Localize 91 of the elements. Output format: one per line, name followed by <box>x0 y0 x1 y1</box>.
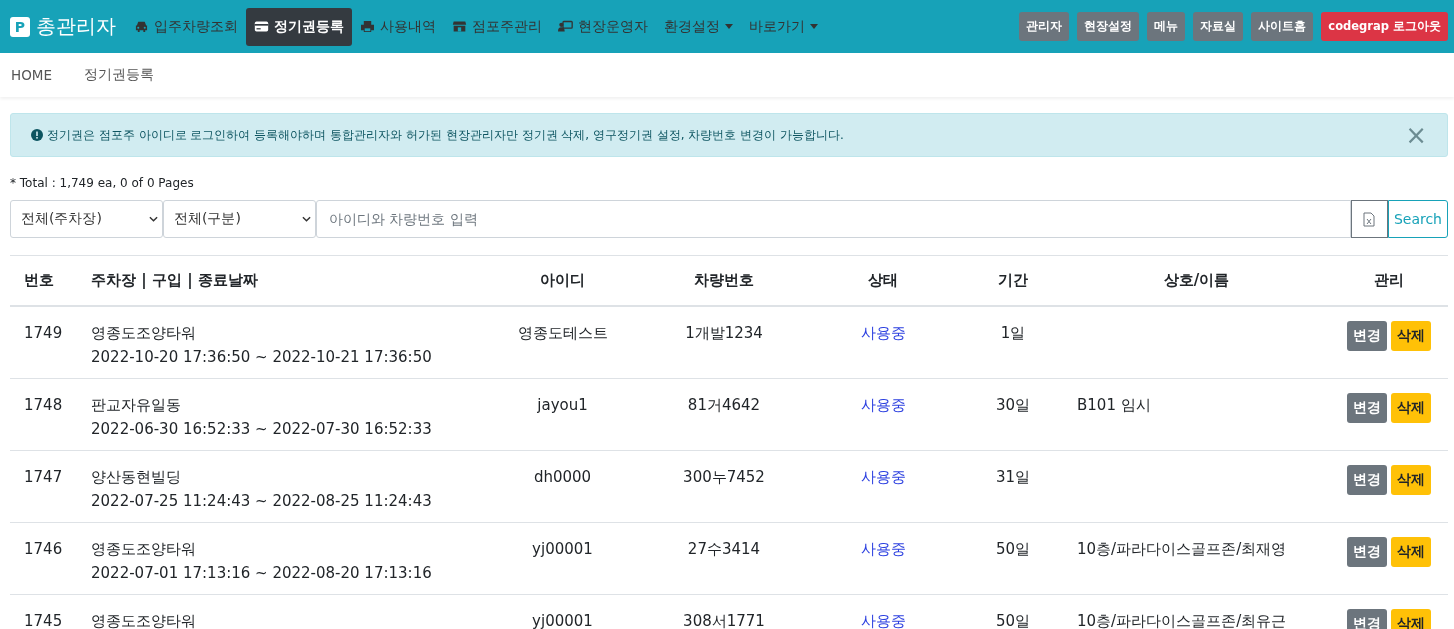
row-number: 1745 <box>24 611 63 629</box>
column-header: 상태 <box>868 271 898 289</box>
alert-message: 정기권은 점포주 아이디로 로그인하여 등록해야하며 통합관리자와 허가된 현장관리자만 정기권 삭제, 영구정기권 설정, 차량번호 변경이 가능합니다. <box>47 126 844 144</box>
chevron-down-icon <box>149 216 158 222</box>
car-number: 81거4642 <box>687 395 761 414</box>
nav-button[interactable]: 자료실 <box>1193 12 1244 41</box>
row-action-button[interactable]: 변경 <box>1347 321 1387 351</box>
user-id: yj00001 <box>532 539 593 558</box>
excel-file-icon <box>1363 211 1376 227</box>
caret-icon <box>725 24 733 29</box>
user-id: dh0000 <box>533 467 592 486</box>
nav-item[interactable]: 바로가기 <box>741 7 826 46</box>
date-range: 2022-07-01 17:13:16 ~ 2022-08-20 17:13:16 <box>91 562 433 584</box>
chevron-down-icon <box>302 216 311 222</box>
column-header: 아이디 <box>540 271 585 289</box>
parking-lot-name: 영종도조양타워 <box>91 323 197 344</box>
presenter-icon <box>558 20 573 33</box>
nav-item[interactable]: 점포주관리 <box>444 7 550 46</box>
brand-title[interactable]: 총관리자 <box>36 13 116 40</box>
business-name: B101 임시 <box>1077 395 1151 414</box>
date-range: 2022-06-30 16:52:33 ~ 2022-07-30 16:52:33 <box>91 418 433 440</box>
nav-button[interactable]: 관리자 <box>1019 12 1070 41</box>
duration: 50일 <box>995 611 1031 629</box>
filter-dropdown[interactable]: 전체(주차장) <box>10 200 163 238</box>
nav-item[interactable]: 현장운영자 <box>550 7 656 46</box>
search-button[interactable]: Search <box>1387 200 1448 238</box>
row-action-button[interactable]: 삭제 <box>1391 321 1431 351</box>
column-header: 번호 <box>24 271 54 289</box>
user-id: jayou1 <box>537 395 588 414</box>
duration: 50일 <box>995 539 1031 558</box>
duration: 31일 <box>995 467 1031 486</box>
nav-item[interactable]: 정기권등록 <box>246 7 352 46</box>
status-text: 사용중 <box>860 395 906 414</box>
store-icon <box>452 20 467 33</box>
row-action-button[interactable]: 변경 <box>1347 608 1387 629</box>
breadcrumb-link[interactable]: 정기권등록 <box>83 66 154 84</box>
parking-logo-icon: P <box>10 16 30 37</box>
column-header: 차량번호 <box>694 271 754 289</box>
excel-button[interactable] <box>1350 200 1388 238</box>
row-action-button[interactable]: 변경 <box>1347 464 1387 495</box>
breadcrumb-link[interactable]: HOME <box>11 67 52 83</box>
business-name: 10층/파라다이스골프존/최재영 <box>1077 539 1287 558</box>
date-range: 2022-07-25 11:24:43 ~ 2022-08-25 11:24:43 <box>91 490 433 512</box>
nav-item[interactable]: 사용내역 <box>352 7 444 46</box>
car-number: 1개발1234 <box>685 324 763 342</box>
car-number: 300누7452 <box>683 467 765 486</box>
car-number: 308서1771 <box>683 611 765 629</box>
row-action-button[interactable]: 변경 <box>1347 536 1387 567</box>
caret-icon <box>810 24 818 29</box>
column-header: 주차장 | 구입 | 종료날짜 <box>91 271 258 289</box>
printer-icon <box>360 20 375 33</box>
row-number: 1749 <box>24 324 63 342</box>
car-number: 27수3414 <box>687 539 761 558</box>
row-action-button[interactable]: 삭제 <box>1391 392 1431 423</box>
user-id: 영종도테스트 <box>517 324 608 342</box>
nav-item[interactable]: 입주차량조회 <box>126 7 246 46</box>
status-text: 사용중 <box>860 611 906 629</box>
status-text: 사용중 <box>860 467 906 486</box>
exclamation-icon <box>31 129 43 141</box>
status-text: 사용중 <box>860 324 906 342</box>
nav-button[interactable]: 메뉴 <box>1147 12 1186 41</box>
nav-button[interactable]: 현장설정 <box>1077 12 1140 41</box>
nav-item[interactable]: 환경설정 <box>656 7 741 46</box>
parking-lot-name: 판교자유일동 <box>91 394 182 416</box>
column-header: 상호/이름 <box>1163 271 1230 289</box>
row-action-button[interactable]: 삭제 <box>1391 464 1431 495</box>
card-icon <box>254 20 269 33</box>
duration: 30일 <box>995 395 1031 414</box>
duration: 1일 <box>1000 324 1026 342</box>
car-icon <box>134 20 149 33</box>
row-action-button[interactable]: 삭제 <box>1391 536 1431 567</box>
close-button[interactable]: × <box>1405 122 1427 148</box>
filter-dropdown[interactable]: 전체(구분) <box>163 200 316 238</box>
row-action-button[interactable]: 변경 <box>1347 392 1387 423</box>
status-text: 사용중 <box>860 539 906 558</box>
row-number: 1748 <box>24 395 63 414</box>
nav-button[interactable]: codegrap 로그아웃 <box>1321 12 1448 41</box>
nav-button[interactable]: 사이트홈 <box>1251 12 1314 41</box>
row-action-button[interactable]: 삭제 <box>1391 608 1431 629</box>
row-number: 1747 <box>24 467 63 486</box>
parking-lot-name: 영종도조양타워 <box>91 538 197 560</box>
search-field[interactable]: 아이디와 차량번호 입력 <box>316 200 1351 238</box>
row-number: 1746 <box>24 539 63 558</box>
parking-lot-name: 양산동현빌딩 <box>91 466 182 488</box>
parking-lot-name: 영종도조양타워 <box>91 610 197 629</box>
date-range: 2022-10-20 17:36:50 ~ 2022-10-21 17:36:50 <box>91 347 433 368</box>
column-header: 기간 <box>998 271 1028 289</box>
total-count: * Total : 1,749 ea, 0 of 0 Pages <box>10 176 195 190</box>
user-id: yj00001 <box>532 611 593 629</box>
business-name: 10층/파라다이스골프존/최유근 <box>1077 611 1287 629</box>
column-header: 관리 <box>1374 271 1404 289</box>
